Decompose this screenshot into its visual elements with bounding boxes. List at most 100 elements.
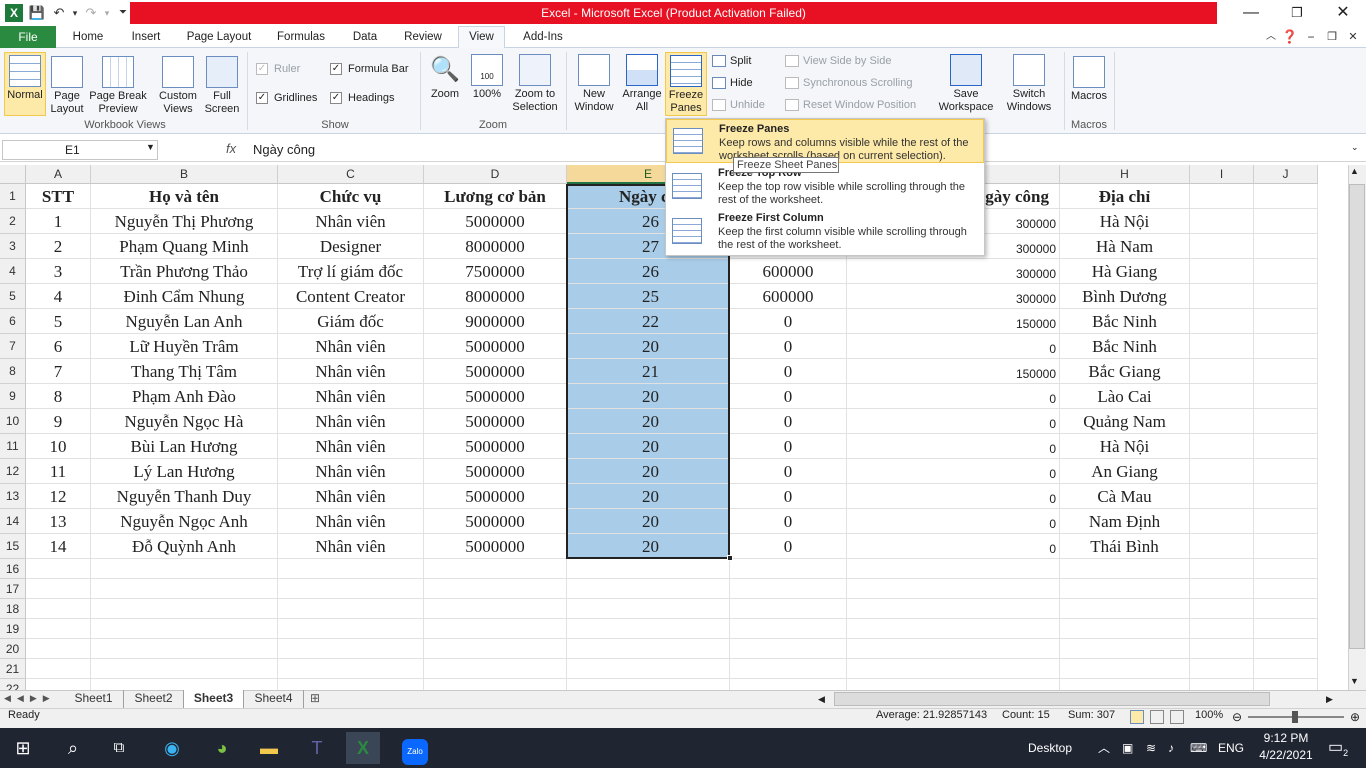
tray-chevron-icon[interactable]: ︿ xyxy=(1098,728,1110,768)
cell[interactable] xyxy=(1060,579,1190,599)
cell[interactable] xyxy=(91,559,278,579)
cell[interactable] xyxy=(847,599,1060,619)
cell-salary[interactable]: 7500000 xyxy=(424,259,567,284)
page-break-preview-button[interactable]: Page Break Preview xyxy=(88,52,148,116)
cell-address[interactable]: Hà Nội xyxy=(1060,209,1190,234)
tab-file[interactable]: File xyxy=(0,26,56,48)
cell-name[interactable]: Nguyễn Thanh Duy xyxy=(91,484,278,509)
row-header[interactable]: 12 xyxy=(0,459,26,484)
cell[interactable] xyxy=(1190,599,1254,619)
cell-g[interactable]: 0 xyxy=(847,509,1060,534)
normal-view-status-icon[interactable] xyxy=(1130,710,1144,724)
clock[interactable]: 9:12 PM 4/22/2021 xyxy=(1256,730,1316,764)
minimize-icon[interactable]: — xyxy=(1228,0,1274,26)
cell-f[interactable]: 0 xyxy=(730,309,847,334)
cell-f[interactable]: 0 xyxy=(730,434,847,459)
cell[interactable] xyxy=(1254,384,1318,409)
full-screen-button[interactable]: Full Screen xyxy=(202,52,242,116)
cell-days[interactable]: 20 xyxy=(567,409,730,434)
cell[interactable] xyxy=(1254,309,1318,334)
tab-data[interactable]: Data xyxy=(344,26,386,48)
cell[interactable] xyxy=(567,639,730,659)
cell-name[interactable]: Đinh Cẩm Nhung xyxy=(91,284,278,309)
row-header[interactable]: 20 xyxy=(0,639,26,659)
tab-insert[interactable]: Insert xyxy=(122,26,170,48)
cell-g[interactable]: 0 xyxy=(847,534,1060,559)
row-header[interactable]: 18 xyxy=(0,599,26,619)
cell[interactable] xyxy=(730,619,847,639)
unhide-button[interactable]: Unhide xyxy=(712,96,765,114)
cell[interactable] xyxy=(1190,409,1254,434)
insert-function-icon[interactable]: fx xyxy=(226,141,236,156)
zoom-to-selection-button[interactable]: Zoom to Selection xyxy=(508,52,562,116)
cell[interactable] xyxy=(567,599,730,619)
name-box[interactable]: E1 xyxy=(2,140,158,160)
cell[interactable] xyxy=(567,579,730,599)
tray-app-icon[interactable]: ▣ xyxy=(1122,728,1133,768)
save-workspace-button[interactable]: Save Workspace xyxy=(936,52,996,116)
zoom-button[interactable]: 🔍 Zoom xyxy=(426,52,464,116)
volume-icon[interactable]: ♪ xyxy=(1168,728,1174,768)
cell-f[interactable]: 0 xyxy=(730,359,847,384)
cell[interactable] xyxy=(1254,184,1318,209)
doc-restore-icon[interactable]: ❐ xyxy=(1323,28,1341,46)
cell-stt[interactable]: 14 xyxy=(26,534,91,559)
cell-salary[interactable]: 5000000 xyxy=(424,409,567,434)
zoom-out-icon[interactable]: ⊖ xyxy=(1232,710,1242,724)
cell-role[interactable]: Nhân viên xyxy=(278,509,424,534)
cell[interactable] xyxy=(91,639,278,659)
cell-role[interactable]: Nhân viên xyxy=(278,484,424,509)
cell[interactable] xyxy=(1254,619,1318,639)
page-break-status-icon[interactable] xyxy=(1170,710,1184,724)
cell-name[interactable]: Lý Lan Hương xyxy=(91,459,278,484)
language-indicator[interactable]: ENG xyxy=(1218,728,1244,768)
cell[interactable] xyxy=(1254,234,1318,259)
cell-days[interactable]: 20 xyxy=(567,334,730,359)
cell[interactable] xyxy=(278,579,424,599)
cell-salary[interactable]: 9000000 xyxy=(424,309,567,334)
task-view-icon[interactable]: ⧉ xyxy=(102,732,136,764)
row-header[interactable]: 10 xyxy=(0,409,26,434)
cell-g[interactable]: 0 xyxy=(847,434,1060,459)
cell-days[interactable]: 22 xyxy=(567,309,730,334)
cell[interactable] xyxy=(278,619,424,639)
cell-salary[interactable]: 5000000 xyxy=(424,534,567,559)
cell-stt[interactable]: 3 xyxy=(26,259,91,284)
cell-address[interactable]: Bắc Ninh xyxy=(1060,334,1190,359)
cell-stt[interactable]: 13 xyxy=(26,509,91,534)
cell-f[interactable]: 600000 xyxy=(730,284,847,309)
cell[interactable] xyxy=(1190,559,1254,579)
tab-review[interactable]: Review xyxy=(396,26,450,48)
cell-f[interactable]: 0 xyxy=(730,484,847,509)
zoom-in-icon[interactable]: ⊕ xyxy=(1350,710,1360,724)
zalo-icon[interactable]: Zalo xyxy=(398,732,432,765)
sheet-tab-3[interactable]: Sheet3 xyxy=(184,690,244,708)
scroll-up-icon[interactable]: ▲ xyxy=(1350,166,1359,176)
cell[interactable] xyxy=(278,559,424,579)
cell-stt[interactable]: 4 xyxy=(26,284,91,309)
cell-g[interactable]: 0 xyxy=(847,409,1060,434)
search-icon[interactable]: ⌕ xyxy=(56,732,90,764)
h-scroll-left-icon[interactable]: ◀ xyxy=(818,691,830,707)
cell-role[interactable]: Nhân viên xyxy=(278,334,424,359)
cell-salary[interactable]: 8000000 xyxy=(424,284,567,309)
cell[interactable] xyxy=(26,559,91,579)
cell-name[interactable]: Nguyễn Lan Anh xyxy=(91,309,278,334)
cell-role[interactable]: Nhân viên xyxy=(278,434,424,459)
cell[interactable] xyxy=(1190,384,1254,409)
zoom-level[interactable]: 100% xyxy=(1195,709,1223,721)
cell-role[interactable]: Content Creator xyxy=(278,284,424,309)
header-cell-address[interactable]: Địa chỉ xyxy=(1060,184,1190,209)
cell-stt[interactable]: 1 xyxy=(26,209,91,234)
headings-checkbox[interactable]: ✓ Headings xyxy=(330,89,394,107)
cell-address[interactable]: Hà Giang xyxy=(1060,259,1190,284)
cell-salary[interactable]: 5000000 xyxy=(424,384,567,409)
cell[interactable] xyxy=(1254,359,1318,384)
cell[interactable] xyxy=(847,639,1060,659)
game-app-icon[interactable]: ◕ xyxy=(205,732,239,764)
cell[interactable] xyxy=(26,639,91,659)
horizontal-scroll-thumb[interactable] xyxy=(834,692,1270,706)
cell-g[interactable]: 150000 xyxy=(847,359,1060,384)
keyboard-icon[interactable]: ⌨ xyxy=(1190,728,1207,768)
cell[interactable] xyxy=(1254,509,1318,534)
